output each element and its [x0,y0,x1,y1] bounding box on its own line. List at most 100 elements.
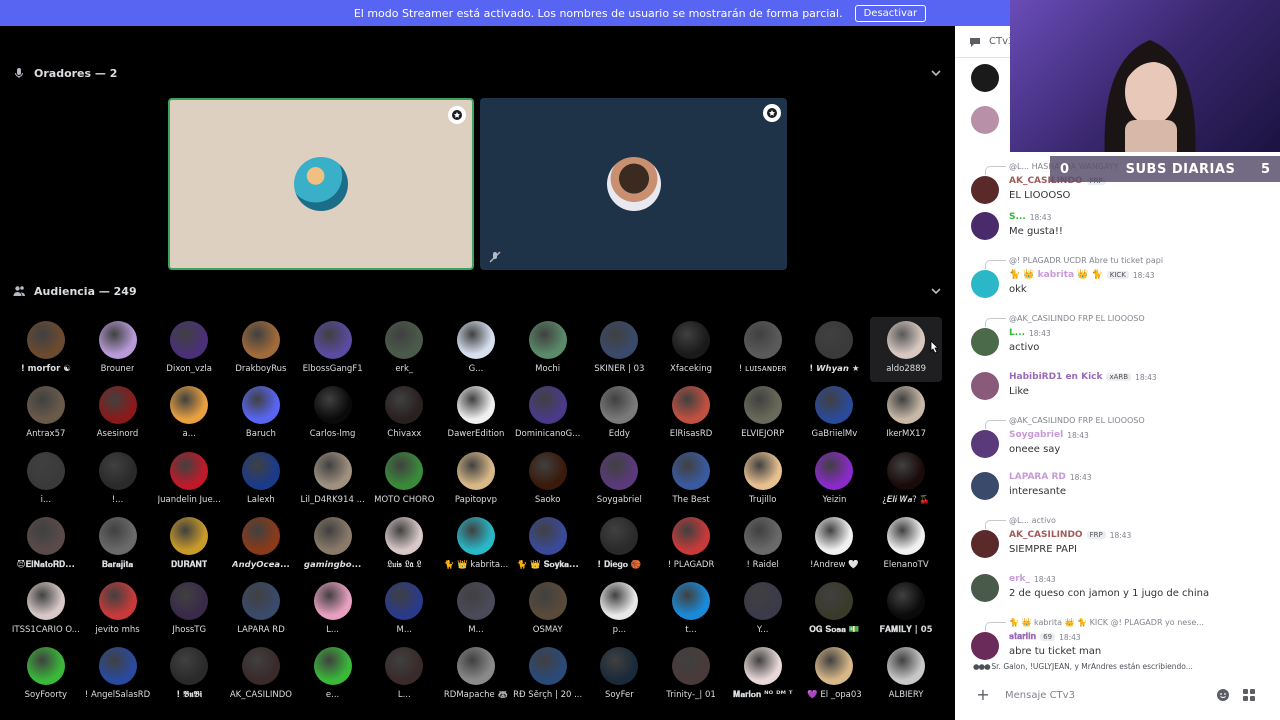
audience-member[interactable]: !... [82,448,154,513]
user-avatar[interactable] [971,106,999,134]
apps-icon[interactable] [1242,688,1256,702]
speakers-header[interactable]: Oradores — 2 [0,61,955,85]
audience-member[interactable]: ElRisasRD [655,382,727,447]
user-avatar[interactable] [971,176,999,204]
user-avatar[interactable] [971,530,999,558]
audience-member[interactable]: DrakboyRus [225,317,297,382]
audience-member[interactable]: e... [297,643,369,708]
audience-member[interactable]: ! 𝐃𝐢𝐞𝐠𝐨 🏀 [584,513,656,578]
audience-member[interactable]: AK_CASILINDO [225,643,297,708]
audience-member[interactable]: M... [368,578,440,643]
audience-member[interactable]: MOTO CHORO [368,448,440,513]
audience-member[interactable]: 𝔏𝔲𝔦𝔰 𝔏𝔞 𝔏 [368,513,440,578]
audience-member[interactable]: LAPARA RD [225,578,297,643]
audience-member[interactable]: Lil_D4RK914 ... [297,448,369,513]
emoji-icon[interactable] [1216,688,1230,702]
user-avatar[interactable] [971,430,999,458]
audience-member[interactable]: Chivaxx [368,382,440,447]
speaker-tile[interactable] [168,98,474,270]
audience-member[interactable]: ¿𝑬𝒍𝒊 𝑾𝒂? 🍒 [870,448,942,513]
audience-member[interactable]: ELVIEJORP [727,382,799,447]
audience-member[interactable]: Trujillo [727,448,799,513]
audience-member[interactable]: 𝐎𝐆 𝐒𝐨𝐬𝐚 💵 [799,578,871,643]
message-author[interactable]: L... [1009,328,1025,338]
audience-member[interactable]: Mochi [512,317,584,382]
audience-member[interactable]: 𝐃𝐔𝐑𝐀𝐍𝐓 [153,513,225,578]
audience-member[interactable]: RDMapache 🦝 [440,643,512,708]
audience-member[interactable]: 💜 El _opa03 [799,643,871,708]
audience-member[interactable]: p... [584,578,656,643]
audience-member[interactable]: Lalexh [225,448,297,513]
message-author[interactable]: 🐈 👑 kabrita 👑 🐈 [1009,270,1103,280]
audience-member[interactable]: Soygabriel [584,448,656,513]
audience-header[interactable]: Audiencia — 249 [0,279,955,303]
audience-member[interactable]: Dixon_vzla [153,317,225,382]
audience-member[interactable]: t... [655,578,727,643]
audience-member[interactable]: Asesinord [82,382,154,447]
message-author[interactable]: AK_CASILINDO [1009,530,1083,540]
reply-preview[interactable]: @! PLAGADR UCDR Abre tu ticket papi [985,254,1163,269]
audience-member[interactable]: RÐ Ŝěrçh | 20 ... [512,643,584,708]
user-avatar[interactable] [971,372,999,400]
audience-member[interactable]: Carlos-lmg [297,382,369,447]
user-avatar[interactable] [971,270,999,298]
message-author[interactable]: LAPARA RD [1009,472,1066,482]
message-author[interactable]: erk_ [1009,574,1030,584]
audience-member[interactable]: DominicanoG... [512,382,584,447]
reply-preview[interactable]: @AK_CASILINDO FRP EL LIOOOSO [985,414,1145,429]
audience-member[interactable]: Papitopvp [440,448,512,513]
audience-member[interactable]: ElbossGangF1 [297,317,369,382]
user-avatar[interactable] [971,212,999,240]
audience-member[interactable]: L... [368,643,440,708]
audience-member[interactable]: ! ʟᴜɪꜱᴀɴᴅᴇʀ [727,317,799,382]
audience-member[interactable]: Baruch [225,382,297,447]
chevron-down-icon[interactable] [929,66,943,80]
user-avatar[interactable] [971,574,999,602]
audience-member[interactable]: IkerMX17 [870,382,942,447]
audience-member[interactable]: erk_ [368,317,440,382]
audience-member[interactable]: Saoko [512,448,584,513]
audience-member[interactable]: SKINER | 03 [584,317,656,382]
chevron-down-icon[interactable] [929,284,943,298]
audience-member[interactable]: ElenanoTV [870,513,942,578]
audience-member[interactable]: 𝐅𝐀𝐌𝐈𝐋𝐘 | 05 [870,578,942,643]
message-author[interactable]: S... [1009,212,1026,222]
audience-member[interactable]: ! 𝕭𝖚𝕭𝖎 [153,643,225,708]
audience-member[interactable]: M... [440,578,512,643]
audience-member[interactable]: ! PLAGADR [655,513,727,578]
speaker-tile[interactable] [480,98,787,270]
audience-member[interactable]: Antrax57 [10,382,82,447]
audience-member[interactable]: Trinity-_| 01 [655,643,727,708]
audience-member[interactable]: JhossTG [153,578,225,643]
audience-member[interactable]: SoyFoorty [10,643,82,708]
audience-member[interactable]: ! 𝗺𝗼𝗿𝗳𝗼𝗿 ☯ [10,317,82,382]
audience-member[interactable]: Xfaceking [655,317,727,382]
audience-member[interactable]: GaBriielMv [799,382,871,447]
audience-member[interactable]: 𝙜𝙖𝙢𝙞𝙣𝙜𝙗𝙤... [297,513,369,578]
reply-preview[interactable]: @L... activo [985,514,1056,529]
deactivate-button[interactable]: Desactivar [854,4,927,22]
audience-member[interactable]: 🐈 👑 kabrita... [440,513,512,578]
reply-preview[interactable]: 🐈 👑 kabrita 👑 🐈 KICK @! PLAGADR yo nese.… [985,616,1204,631]
message-author[interactable]: HabibiRD1 en Kick [1009,372,1102,382]
user-avatar[interactable] [971,472,999,500]
audience-member[interactable]: OSMAY [512,578,584,643]
audience-member[interactable]: Y... [727,578,799,643]
message-author[interactable]: Soygabriel [1009,430,1063,440]
audience-member[interactable]: 𝘼𝙣𝙙𝙮𝙊𝙘𝙚𝙖... [225,513,297,578]
audience-member[interactable]: 𝐁𝐚𝐫𝐚𝐣𝐢𝐭𝐚 [82,513,154,578]
audience-member[interactable]: jevito mhs [82,578,154,643]
audience-member[interactable]: 😈𝐄𝐥𝐍𝐚𝐭𝐨𝐑𝐃... [10,513,82,578]
audience-member[interactable]: Eddy [584,382,656,447]
user-avatar[interactable] [971,632,999,660]
audience-member[interactable]: i... [10,448,82,513]
audience-member[interactable]: 𝐌𝐚𝐫𝐥𝐨𝐧 ᴺᴼ ᴰᴹ ᵀ [727,643,799,708]
audience-member[interactable]: ALBIERY [870,643,942,708]
user-avatar[interactable] [971,328,999,356]
audience-member[interactable]: SoyFer [584,643,656,708]
user-avatar[interactable] [971,64,999,92]
audience-member[interactable]: ITSS1CARIO O... [10,578,82,643]
audience-member[interactable]: Brouner [82,317,154,382]
audience-member[interactable]: ! 𝙒𝙝𝙮𝙖𝙣 ★ [799,317,871,382]
audience-member[interactable]: 🐈 👑 𝐒𝐨𝐲𝐤𝐚... [512,513,584,578]
